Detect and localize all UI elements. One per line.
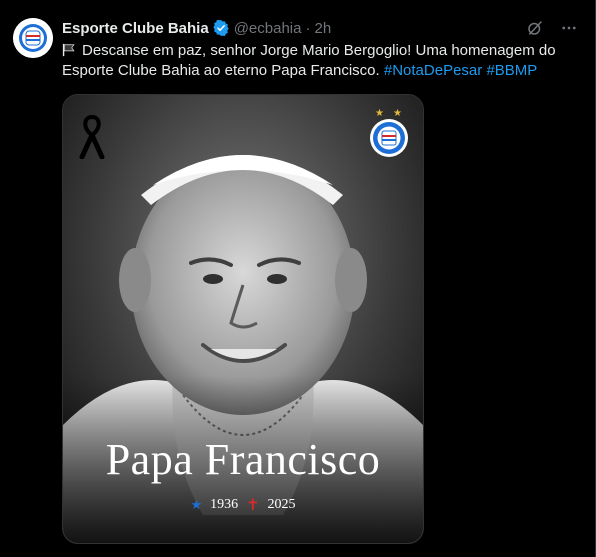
black-flag-icon [62, 41, 78, 61]
tweet-card[interactable]: Esporte Clube Bahia @ecbahia · 2h Descan… [0, 0, 596, 557]
more-icon[interactable] [559, 18, 579, 38]
tweet-timestamp[interactable]: 2h [314, 20, 331, 37]
verified-badge-icon [212, 19, 230, 37]
author-name[interactable]: Esporte Clube Bahia [62, 20, 209, 37]
tweet-actions [525, 18, 579, 38]
grok-icon[interactable] [525, 18, 545, 38]
death-year: 2025 [267, 497, 296, 512]
tweet-header: Esporte Clube Bahia @ecbahia · 2h [62, 18, 331, 38]
separator-dot: · [305, 19, 311, 37]
birth-year: 1936 [210, 497, 239, 512]
tweet-body: Descanse em paz, senhor Jorge Mario Berg… [62, 42, 556, 79]
hashtag-bbmp[interactable]: #BBMP [486, 62, 537, 79]
cross-icon: ✝ [246, 497, 260, 514]
tweet-text: Descanse em paz, senhor Jorge Mario Berg… [62, 41, 582, 81]
svg-text:★: ★ [393, 108, 402, 119]
mourning-ribbon-icon [79, 114, 105, 160]
tweet-media[interactable]: ★ ★ Papa Francisco ★ 1936 ✝ 2025 [62, 94, 424, 544]
memorial-dates: ★ 1936 ✝ 2025 [63, 495, 423, 515]
bahia-crest-icon: ★ ★ [369, 107, 409, 159]
star-icon: ★ [190, 497, 203, 512]
svg-text:★: ★ [375, 108, 384, 119]
author-handle[interactable]: @ecbahia [234, 20, 302, 37]
tweet-footer [62, 550, 582, 557]
hashtag-nota-de-pesar[interactable]: #NotaDePesar [384, 62, 482, 79]
author-avatar[interactable] [13, 18, 53, 58]
memorial-title: Papa Francisco [105, 435, 381, 484]
